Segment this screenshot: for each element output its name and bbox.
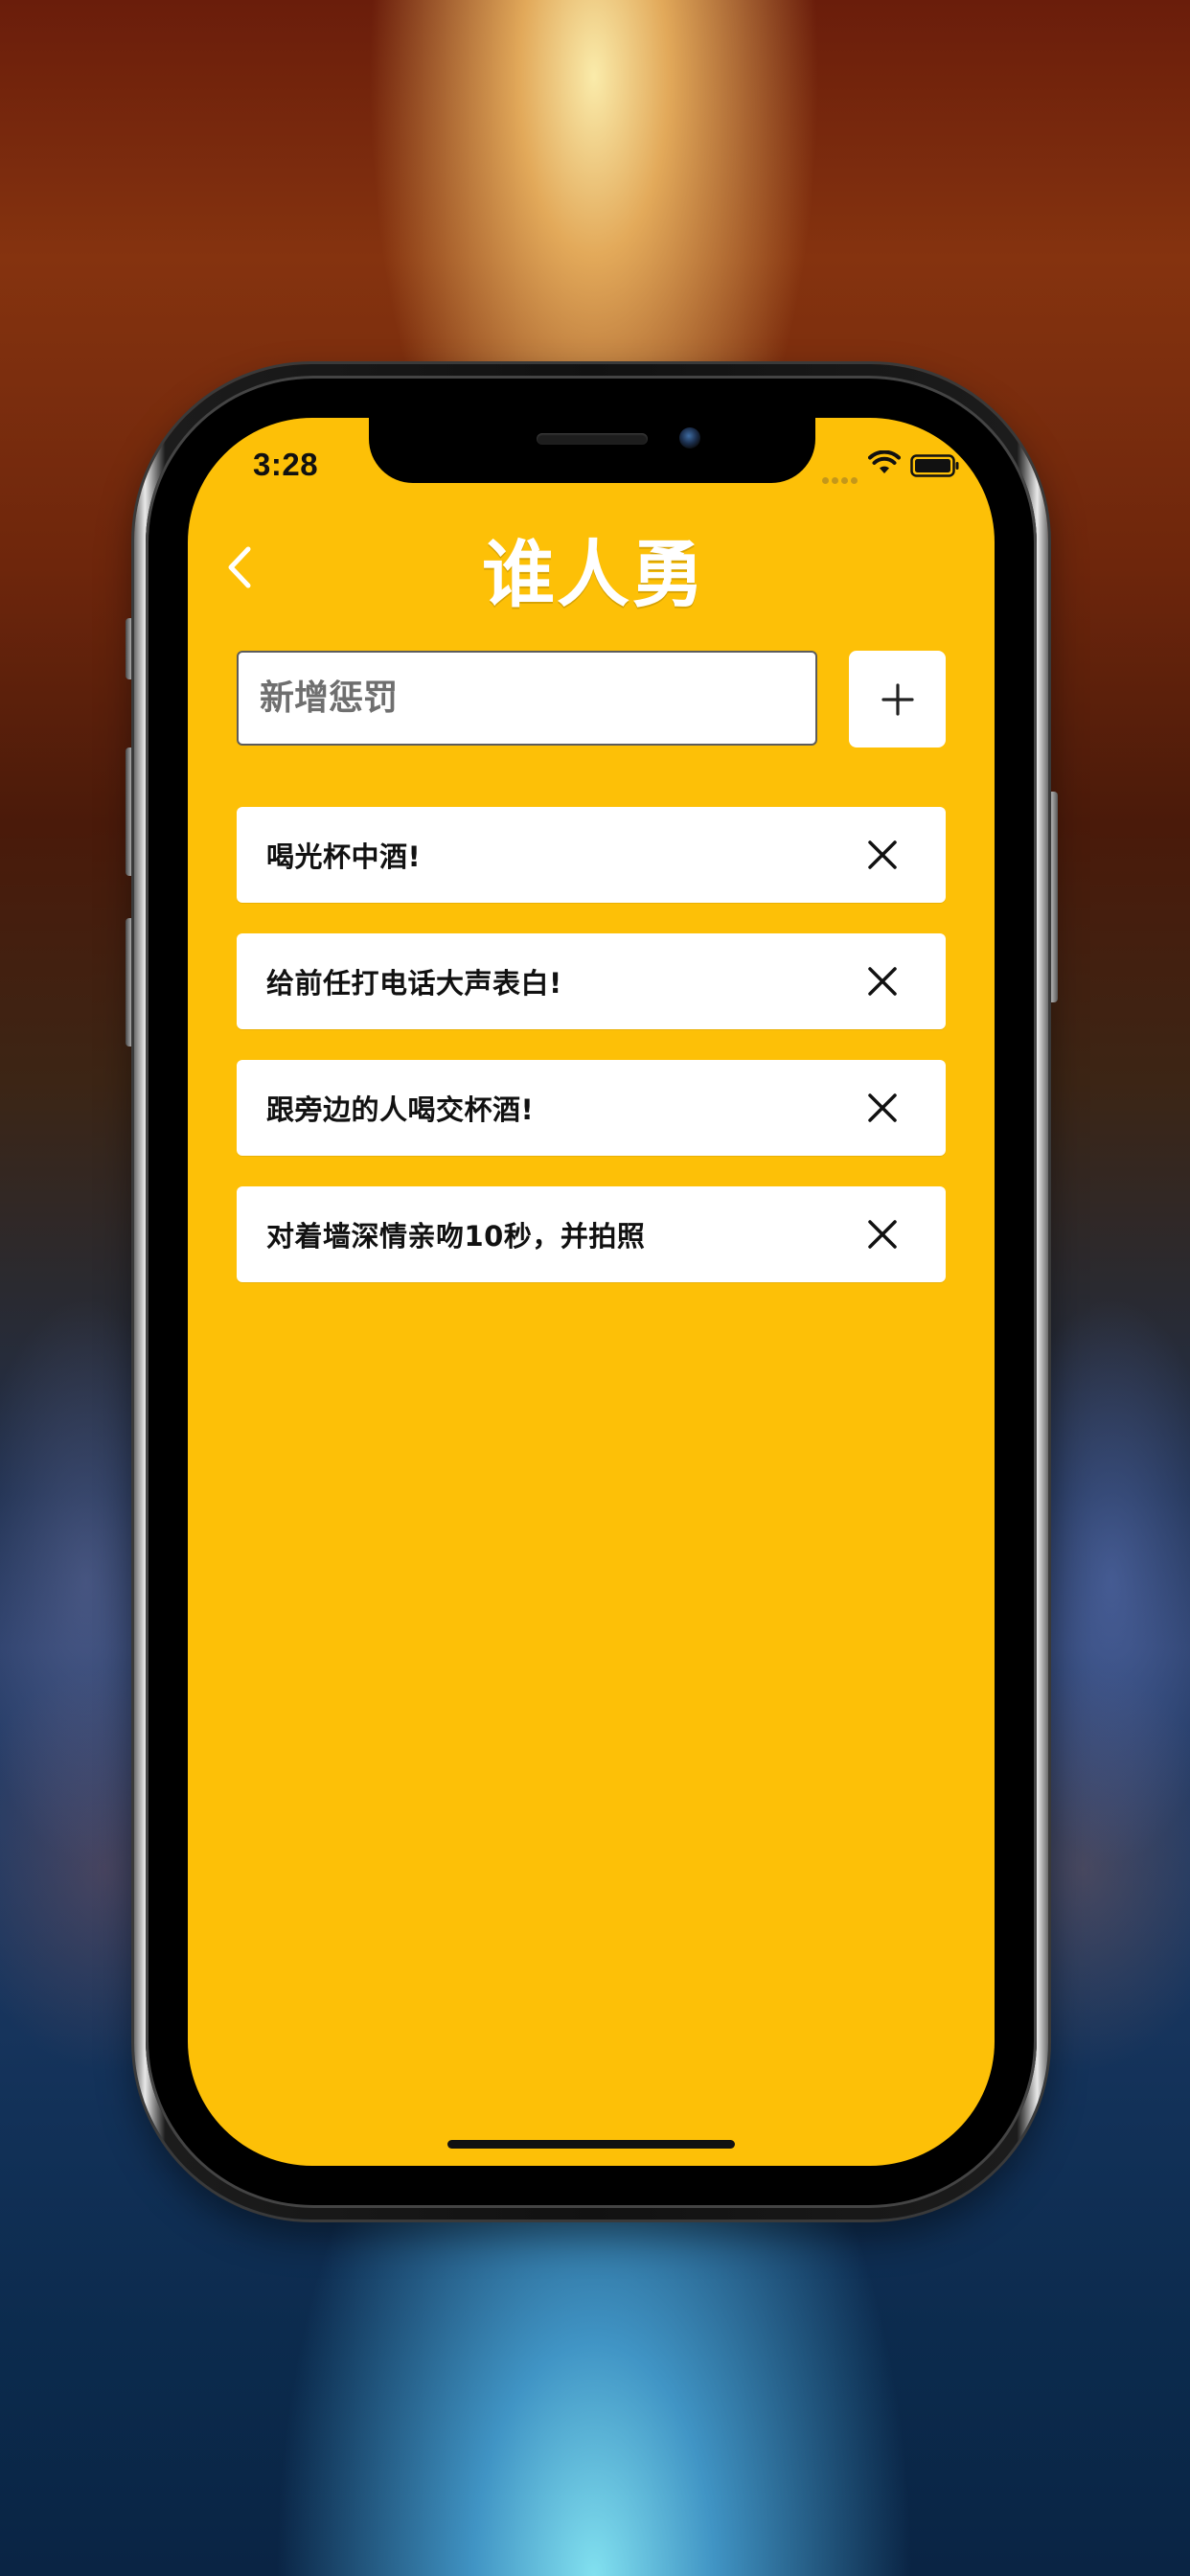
penalty-item: 对着墙深情亲吻10秒，并拍照 (237, 1186, 946, 1282)
plus-icon (881, 682, 914, 716)
front-camera (679, 427, 700, 448)
penalty-text: 跟旁边的人喝交杯酒! (266, 1093, 535, 1126)
delete-penalty-button[interactable] (863, 1215, 902, 1254)
back-button[interactable] (215, 542, 264, 592)
status-time: 3:28 (253, 447, 319, 482)
penalty-text: 喝光杯中酒! (266, 840, 422, 873)
chevron-left-icon (228, 546, 251, 588)
delete-penalty-button[interactable] (863, 1089, 902, 1127)
notch (369, 418, 815, 483)
cellular-signal-icon (822, 470, 860, 488)
add-penalty-button[interactable] (849, 651, 946, 748)
new-penalty-input[interactable] (237, 651, 817, 746)
wifi-icon (868, 450, 901, 473)
close-icon (868, 1093, 897, 1122)
home-indicator[interactable] (447, 2140, 735, 2149)
penalty-item: 跟旁边的人喝交杯酒! (237, 1060, 946, 1156)
delete-penalty-button[interactable] (863, 836, 902, 874)
close-icon (868, 1220, 897, 1249)
penalty-list: 喝光杯中酒! 给前任打电话大声表白! 跟旁边的人喝交杯酒! 对着墙深情亲吻10秒… (237, 807, 946, 1313)
page-title: 谁人勇 (482, 532, 706, 617)
battery-icon (910, 454, 959, 477)
close-icon (868, 840, 897, 869)
penalty-item: 喝光杯中酒! (237, 807, 946, 903)
penalty-text: 对着墙深情亲吻10秒，并拍照 (266, 1220, 646, 1253)
speaker-grille (537, 433, 648, 445)
penalty-text: 给前任打电话大声表白! (266, 967, 562, 1000)
penalty-item: 给前任打电话大声表白! (237, 933, 946, 1029)
close-icon (868, 967, 897, 996)
delete-penalty-button[interactable] (863, 962, 902, 1000)
